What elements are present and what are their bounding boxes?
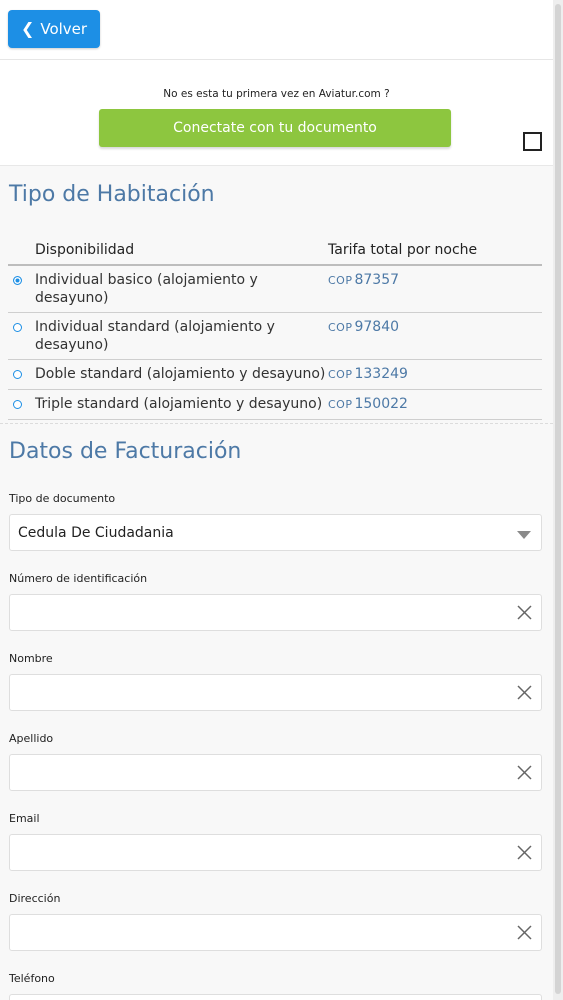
lastname-input[interactable] (10, 755, 500, 790)
page: ❮ Volver No es esta tu primera vez en Av… (0, 0, 553, 1000)
checkbox[interactable] (523, 132, 542, 151)
room-price: COP 87357 (328, 272, 400, 288)
login-question: No es esta tu primera vez en Aviatur.com… (163, 88, 390, 100)
clear-icon[interactable] (516, 684, 533, 701)
email-label: Email (9, 812, 40, 825)
clear-icon[interactable] (516, 764, 533, 781)
clear-icon[interactable] (516, 924, 533, 941)
radio-unselected[interactable] (13, 323, 22, 332)
back-button-label: Volver (40, 20, 88, 38)
id-number-input[interactable] (10, 595, 500, 630)
chevron-left-icon: ❮ (20, 19, 35, 38)
clear-icon[interactable] (516, 844, 533, 861)
name-field[interactable] (9, 674, 542, 711)
room-name: Individual basico (alojamiento y desayun… (35, 272, 258, 306)
room-price: COP 150022 (328, 396, 408, 412)
room-table-header: Disponibilidad Tarifa total por noche (8, 236, 542, 266)
room-row[interactable]: Individual standard (alojamiento y desay… (8, 313, 542, 360)
id-number-label: Número de identificación (9, 572, 148, 585)
clear-icon[interactable] (516, 604, 533, 621)
lastname-label: Apellido (9, 732, 54, 745)
phone-input[interactable] (10, 995, 500, 1000)
radio-unselected[interactable] (13, 370, 22, 379)
name-input[interactable] (10, 675, 500, 710)
radio-selected[interactable] (13, 276, 22, 285)
availability-header: Disponibilidad (35, 242, 135, 258)
login-document-button[interactable]: Conectate con tu documento (99, 109, 451, 147)
doc-type-label: Tipo de documento (9, 492, 116, 505)
name-label: Nombre (9, 652, 53, 665)
email-input[interactable] (10, 835, 500, 870)
room-row[interactable]: Triple standard (alojamiento y desayuno)… (8, 390, 542, 420)
room-name: Triple standard (alojamiento y desayuno) (35, 396, 323, 412)
room-name: Doble standard (alojamiento y desayuno) (35, 366, 326, 382)
room-type-section: Tipo de Habitación Disponibilidad Tarifa… (0, 166, 553, 424)
billing-title: Datos de Facturación (9, 439, 242, 464)
room-name: Individual standard (alojamiento y desay… (35, 319, 275, 353)
doc-type-value: Cedula De Ciudadania (18, 525, 174, 541)
address-label: Dirección (9, 892, 61, 905)
room-row[interactable]: Doble standard (alojamiento y desayuno) … (8, 360, 542, 390)
doc-type-select[interactable]: Cedula De Ciudadania (9, 514, 542, 551)
top-bar: ❮ Volver (0, 0, 553, 60)
email-field[interactable] (9, 834, 542, 871)
scrollbar[interactable] (553, 0, 563, 1000)
dropdown-caret-icon (517, 531, 531, 539)
radio-unselected[interactable] (13, 400, 22, 409)
back-button[interactable]: ❮ Volver (8, 10, 100, 48)
id-number-field[interactable] (9, 594, 542, 631)
address-field[interactable] (9, 914, 542, 951)
login-panel: No es esta tu primera vez en Aviatur.com… (0, 60, 553, 166)
address-input[interactable] (10, 915, 500, 950)
room-price: COP 133249 (328, 366, 408, 382)
rate-header: Tarifa total por noche (328, 242, 478, 258)
phone-field[interactable] (9, 994, 542, 1000)
phone-label: Teléfono (9, 972, 55, 985)
lastname-field[interactable] (9, 754, 542, 791)
room-row[interactable]: Individual basico (alojamiento y desayun… (8, 266, 542, 313)
room-table: Disponibilidad Tarifa total por noche In… (8, 236, 542, 420)
room-type-title: Tipo de Habitación (9, 182, 215, 207)
scrollbar-thumb[interactable] (555, 4, 561, 994)
room-price: COP 97840 (328, 319, 400, 335)
